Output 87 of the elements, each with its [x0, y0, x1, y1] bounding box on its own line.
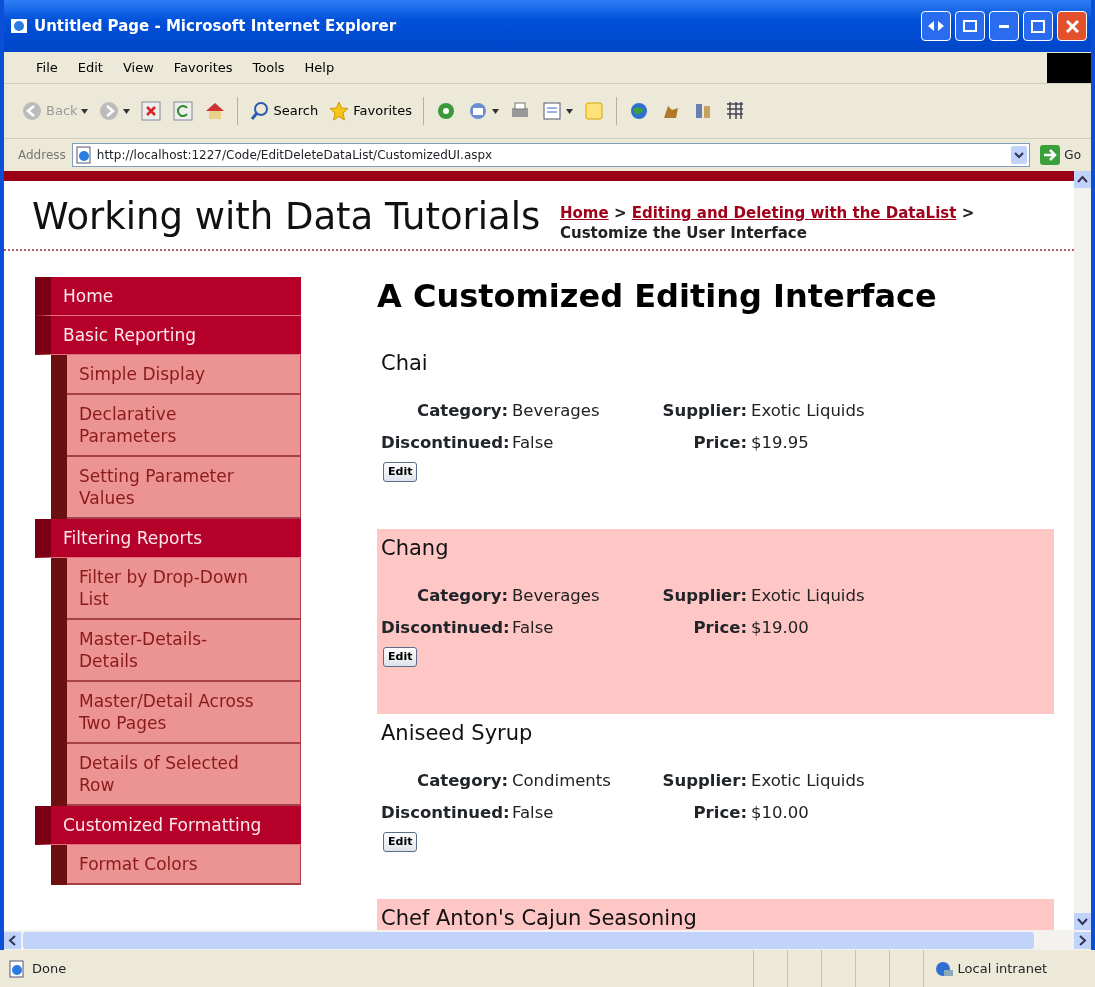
- field-label: Category:: [416, 400, 509, 423]
- sidebar-item[interactable]: Filtering Reports: [35, 519, 301, 558]
- page-icon: [74, 146, 93, 164]
- favorites-button[interactable]: Favorites: [325, 98, 415, 124]
- go-button[interactable]: Go: [1036, 145, 1085, 165]
- window-title: Untitled Page - Microsoft Internet Explorer: [34, 15, 397, 37]
- sidebar-subitem[interactable]: Declarative Parameters: [67, 395, 301, 457]
- address-label: Address: [18, 147, 66, 164]
- switch-button[interactable]: [921, 11, 951, 41]
- minimize-icon: [999, 24, 1009, 28]
- field-label: Price:: [692, 617, 748, 640]
- status-text: Done: [32, 959, 67, 978]
- close-button[interactable]: [1057, 11, 1087, 41]
- edit-button[interactable]: Edit: [383, 832, 418, 853]
- menu-item[interactable]: Help: [294, 55, 345, 80]
- field-value: $10.00: [751, 802, 810, 825]
- field-value: $19.95: [751, 432, 810, 455]
- sidebar-subitem[interactable]: Format Colors: [67, 845, 301, 885]
- page-heading: A Customized Editing Interface: [377, 277, 938, 316]
- product-name: Chai: [381, 350, 429, 378]
- field-label: Discontinued:: [381, 432, 511, 455]
- restore-button[interactable]: [955, 11, 985, 41]
- menu-item[interactable]: View: [112, 55, 164, 80]
- sidebar-subitem[interactable]: Filter by Drop-Down List: [67, 558, 301, 620]
- field-label: Discontinued:: [381, 802, 511, 825]
- product-name: Chef Anton's Cajun Seasoning: [381, 905, 698, 930]
- minimize-button[interactable]: [989, 11, 1019, 41]
- sidebar-subitem[interactable]: Master-Details-Details: [67, 620, 301, 682]
- field-label: Category:: [416, 585, 509, 608]
- field-value: Beverages: [512, 585, 601, 608]
- sidebar-item[interactable]: Basic Reporting: [35, 316, 301, 355]
- menu-item[interactable]: Favorites: [163, 55, 243, 80]
- breadcrumb: Home > Editing and Deleting with the DataList > Customize the User Interface: [560, 203, 976, 243]
- edit-button[interactable]: Edit: [383, 647, 418, 668]
- zone-text: Local intranet: [957, 959, 1047, 978]
- globe-icon: [933, 959, 954, 978]
- field-value: Condiments: [512, 770, 612, 793]
- stop-icon: [139, 100, 162, 122]
- horizontal-scrollbar[interactable]: [4, 930, 1091, 950]
- site-title: Working with Data Tutorials: [32, 197, 541, 238]
- address-field[interactable]: http://localhost:1227/Code/EditDeleteDataList/CustomizedUI.aspx: [71, 143, 1031, 167]
- restore-icon: [963, 20, 977, 32]
- field-label: Supplier:: [661, 585, 748, 608]
- field-value: Exotic Liquids: [751, 400, 866, 423]
- arrow-icon: [1040, 145, 1061, 165]
- maximize-icon: [1031, 19, 1045, 33]
- note-icon: [582, 100, 605, 122]
- browser-icon: [10, 17, 28, 35]
- field-value: $19.00: [751, 617, 810, 640]
- breadcrumb-link[interactable]: Editing and Deleting with the DataList: [631, 204, 957, 222]
- field-value: False: [512, 617, 555, 640]
- field-value: Beverages: [512, 400, 601, 423]
- dropdown-icon: [1011, 146, 1028, 164]
- switch-icon: [928, 21, 944, 31]
- windows-logo: [1047, 52, 1091, 83]
- search-icon: [248, 100, 271, 122]
- maximize-button[interactable]: [1023, 11, 1053, 41]
- menu-item[interactable]: File: [26, 55, 68, 80]
- breadcrumb-link[interactable]: Home: [560, 204, 609, 222]
- star-icon: [328, 100, 351, 122]
- field-label: Price:: [692, 802, 748, 825]
- field-label: Discontinued:: [381, 617, 511, 640]
- field-value: Exotic Liquids: [751, 585, 866, 608]
- field-label: Supplier:: [661, 400, 748, 423]
- document-icon: [540, 100, 563, 122]
- sidebar-subitem[interactable]: Master/Detail Across Two Pages: [67, 682, 301, 744]
- field-label: Category:: [416, 770, 509, 793]
- sidebar-subitem[interactable]: Simple Display: [67, 355, 301, 395]
- menu-item[interactable]: Tools: [242, 55, 295, 80]
- product-name: Chang: [381, 535, 450, 563]
- vertical-scrollbar[interactable]: [1074, 171, 1091, 930]
- sidebar-subitem[interactable]: Setting Parameter Values: [67, 457, 301, 519]
- product-name: Aniseed Syrup: [381, 720, 534, 748]
- field-label: Price:: [692, 432, 748, 455]
- sidebar-item[interactable]: Home: [35, 277, 301, 316]
- menu-item[interactable]: Edit: [67, 55, 113, 80]
- page-icon: [8, 959, 26, 978]
- sidebar-item[interactable]: Customized Formatting: [35, 806, 301, 845]
- edit-button[interactable]: Edit: [383, 462, 418, 483]
- field-value: False: [512, 432, 555, 455]
- field-value: False: [512, 802, 555, 825]
- close-icon: [1065, 19, 1079, 33]
- field-label: Supplier:: [661, 770, 748, 793]
- refresh-icon: [171, 100, 194, 122]
- field-value: Exotic Liquids: [751, 770, 866, 793]
- search-button[interactable]: Search: [245, 98, 322, 124]
- sidebar-subitem[interactable]: Details of Selected Row: [67, 744, 301, 806]
